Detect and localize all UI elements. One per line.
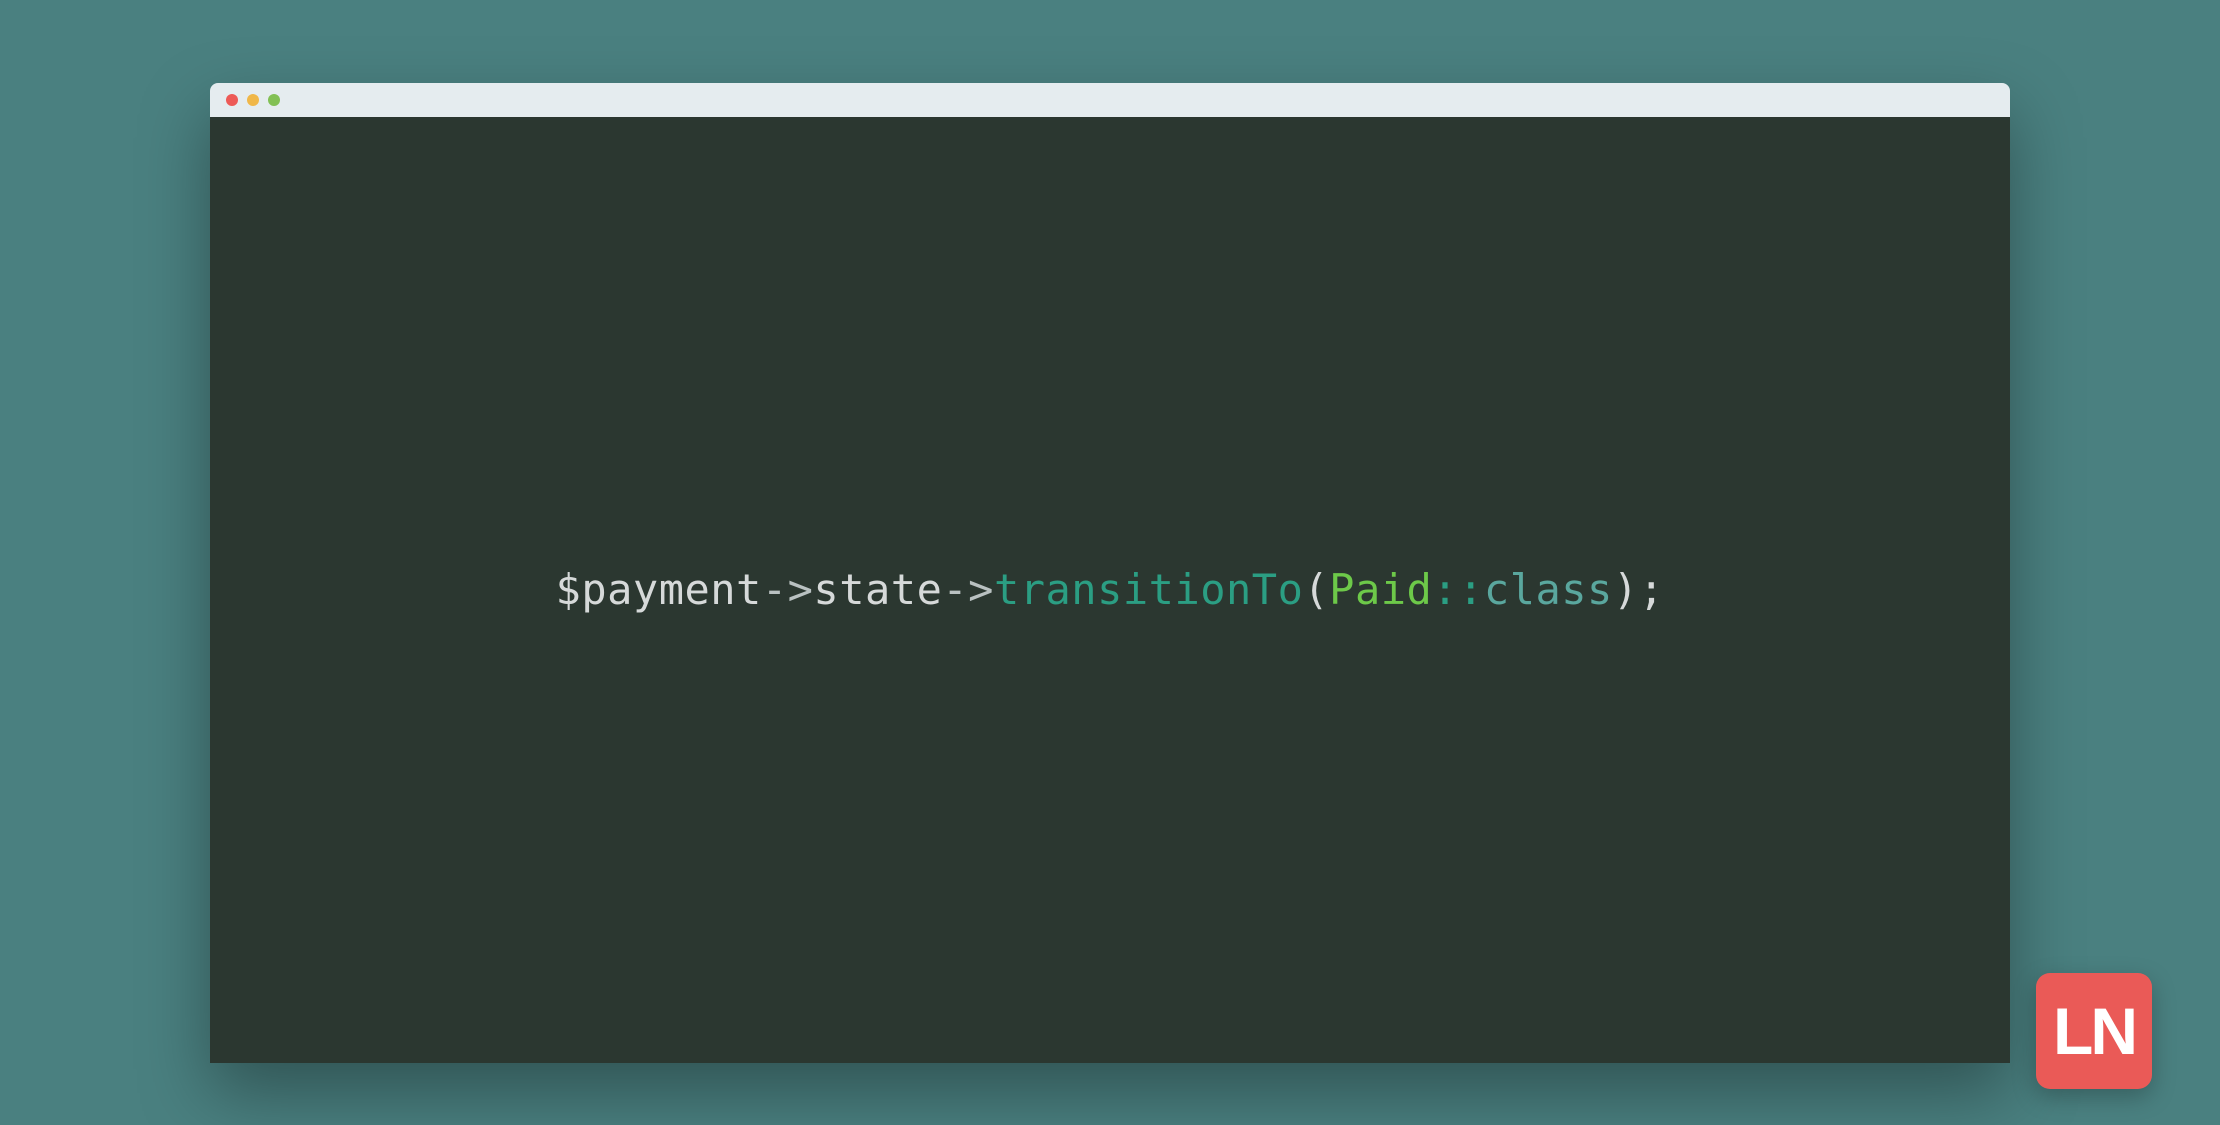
code-token-paren-close: ) bbox=[1613, 565, 1639, 614]
code-token-variable: $payment bbox=[556, 565, 762, 614]
code-token-semicolon: ; bbox=[1639, 565, 1665, 614]
code-token-property: state bbox=[813, 565, 942, 614]
close-icon[interactable] bbox=[226, 94, 238, 106]
logo-text: LN bbox=[2053, 993, 2135, 1069]
window-title-bar bbox=[210, 83, 2010, 117]
code-token-keyword: class bbox=[1484, 565, 1613, 614]
minimize-icon[interactable] bbox=[247, 94, 259, 106]
code-token-scope: :: bbox=[1432, 565, 1484, 614]
code-token-class: Paid bbox=[1329, 565, 1432, 614]
code-line: $payment->state->transitionTo(Paid::clas… bbox=[556, 565, 1665, 614]
maximize-icon[interactable] bbox=[268, 94, 280, 106]
code-editor: $payment->state->transitionTo(Paid::clas… bbox=[210, 117, 2010, 1063]
code-token-paren-open: ( bbox=[1303, 565, 1329, 614]
logo-badge: LN bbox=[2036, 973, 2152, 1089]
code-token-arrow: -> bbox=[942, 565, 994, 614]
code-token-method: transitionTo bbox=[994, 565, 1303, 614]
code-token-arrow: -> bbox=[762, 565, 814, 614]
editor-window: $payment->state->transitionTo(Paid::clas… bbox=[210, 83, 2010, 1063]
